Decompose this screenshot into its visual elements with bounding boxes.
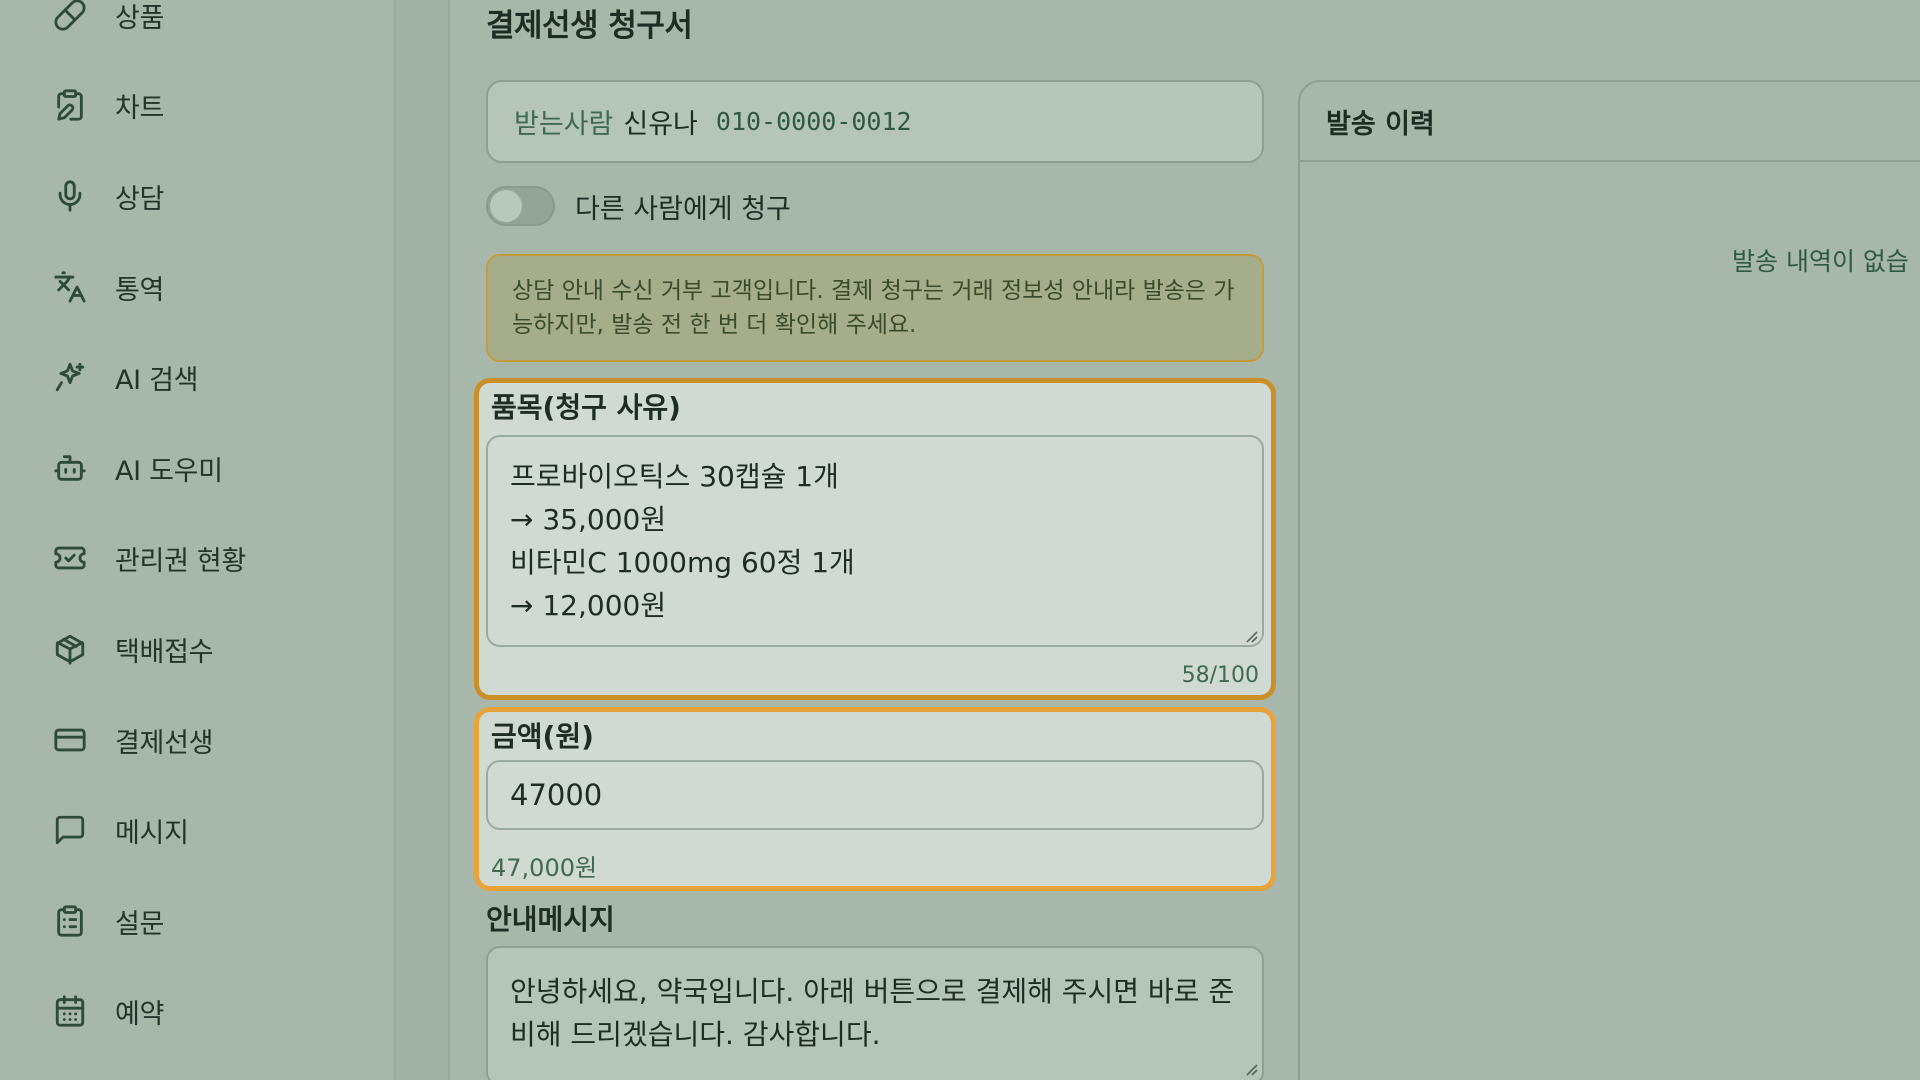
sidebar-item-label: AI 도우미 <box>115 455 223 487</box>
send-history-panel: 발송 이력 발송 내역이 없습 <box>1298 80 1920 1080</box>
sidebar-item-label: 차트 <box>115 92 165 124</box>
sidebar-item-consult[interactable]: 상담 <box>52 171 372 221</box>
resize-handle-icon[interactable] <box>1242 627 1258 643</box>
toggle-label: 다른 사람에게 청구 <box>575 193 791 225</box>
calendar-icon <box>52 993 88 1029</box>
clipboard-edit-icon <box>52 87 88 123</box>
message-square-icon <box>52 812 88 848</box>
credit-card-icon <box>52 722 88 758</box>
items-field-section: 품목(청구 사유) 프로바이오틱스 30캡슐 1개 → 35,000원 비타민C… <box>474 378 1276 700</box>
sidebar-item-products[interactable]: 상품 <box>52 0 372 40</box>
sidebar-item-chart[interactable]: 차트 <box>52 80 372 130</box>
message-field-label: 안내메시지 <box>486 903 615 936</box>
amount-formatted: 47,000원 <box>491 854 598 882</box>
message-text: 안녕하세요, 약국입니다. 아래 버튼으로 결제해 주시면 바로 준비해 드리겠… <box>510 975 1235 1051</box>
amount-field-label: 금액(원) <box>491 720 594 753</box>
sidebar-item-label: 메시지 <box>115 817 189 849</box>
opt-out-warning-notice: 상담 안내 수신 거부 고객입니다. 결제 청구는 거래 정보성 안내라 발송은… <box>486 254 1264 362</box>
robot-icon <box>52 450 88 486</box>
resize-handle-icon[interactable] <box>1242 1060 1258 1076</box>
microphone-icon <box>52 178 88 214</box>
recipient-label: 받는사람 <box>514 109 614 140</box>
recipient-name: 신유나 <box>623 109 698 140</box>
sidebar-item-ai-assistant[interactable]: AI 도우미 <box>52 443 372 493</box>
send-history-title: 발송 이력 <box>1300 82 1920 162</box>
bill-other-person-row: 다른 사람에게 청구 <box>486 186 791 226</box>
sidebar-item-label: 예약 <box>115 998 165 1030</box>
sidebar-item-label: 상품 <box>115 2 165 34</box>
sidebar-item-label: AI 검색 <box>115 364 199 396</box>
sidebar-item-delivery[interactable]: 택배접수 <box>52 624 372 674</box>
sidebar-item-label: 관리권 현황 <box>115 545 246 577</box>
sparkle-search-icon <box>52 359 88 395</box>
bill-other-person-toggle[interactable] <box>486 186 555 226</box>
items-char-counter: 58/100 <box>1181 663 1259 688</box>
message-textarea[interactable]: 안녕하세요, 약국입니다. 아래 버튼으로 결제해 주시면 바로 준비해 드리겠… <box>486 946 1264 1080</box>
items-field-label: 품목(청구 사유) <box>491 391 681 424</box>
recipient-field[interactable]: 받는사람 신유나 010-0000-0012 <box>486 80 1264 163</box>
side-gutter <box>398 0 450 1080</box>
translate-icon <box>52 269 88 305</box>
sidebar-item-message[interactable]: 메시지 <box>52 805 372 855</box>
sidebar-item-survey[interactable]: 설문 <box>52 896 372 946</box>
amount-input[interactable]: 47000 <box>486 760 1264 830</box>
sidebar: 상품 차트 상담 통역 AI 검색 AI 도우미 관리권 현황 택배접수 결제선… <box>0 0 396 1080</box>
sidebar-item-label: 택배접수 <box>115 636 214 668</box>
send-history-empty: 발송 내역이 없습 <box>1732 247 1909 276</box>
sidebar-item-reservation[interactable]: 예약 <box>52 986 372 1036</box>
sidebar-item-label: 통역 <box>115 274 165 306</box>
package-icon <box>52 631 88 667</box>
sidebar-item-translate[interactable]: 통역 <box>52 262 372 312</box>
page-title: 결제선생 청구서 <box>486 8 693 44</box>
pill-icon <box>52 0 88 33</box>
sidebar-item-ai-search[interactable]: AI 검색 <box>52 352 372 402</box>
recipient-phone: 010-0000-0012 <box>715 107 912 136</box>
sidebar-item-label: 설문 <box>115 908 165 940</box>
sidebar-item-membership[interactable]: 관리권 현황 <box>52 533 372 583</box>
sidebar-item-payment[interactable]: 결제선생 <box>52 715 372 765</box>
clipboard-list-icon <box>52 903 88 939</box>
amount-field-section: 금액(원) 47000 47,000원 <box>474 707 1276 891</box>
sidebar-item-label: 결제선생 <box>115 727 214 759</box>
toggle-knob <box>490 190 522 222</box>
sidebar-item-label: 상담 <box>115 183 165 215</box>
ticket-icon <box>52 540 88 576</box>
items-textarea[interactable]: 프로바이오틱스 30캡슐 1개 → 35,000원 비타민C 1000mg 60… <box>486 435 1264 647</box>
